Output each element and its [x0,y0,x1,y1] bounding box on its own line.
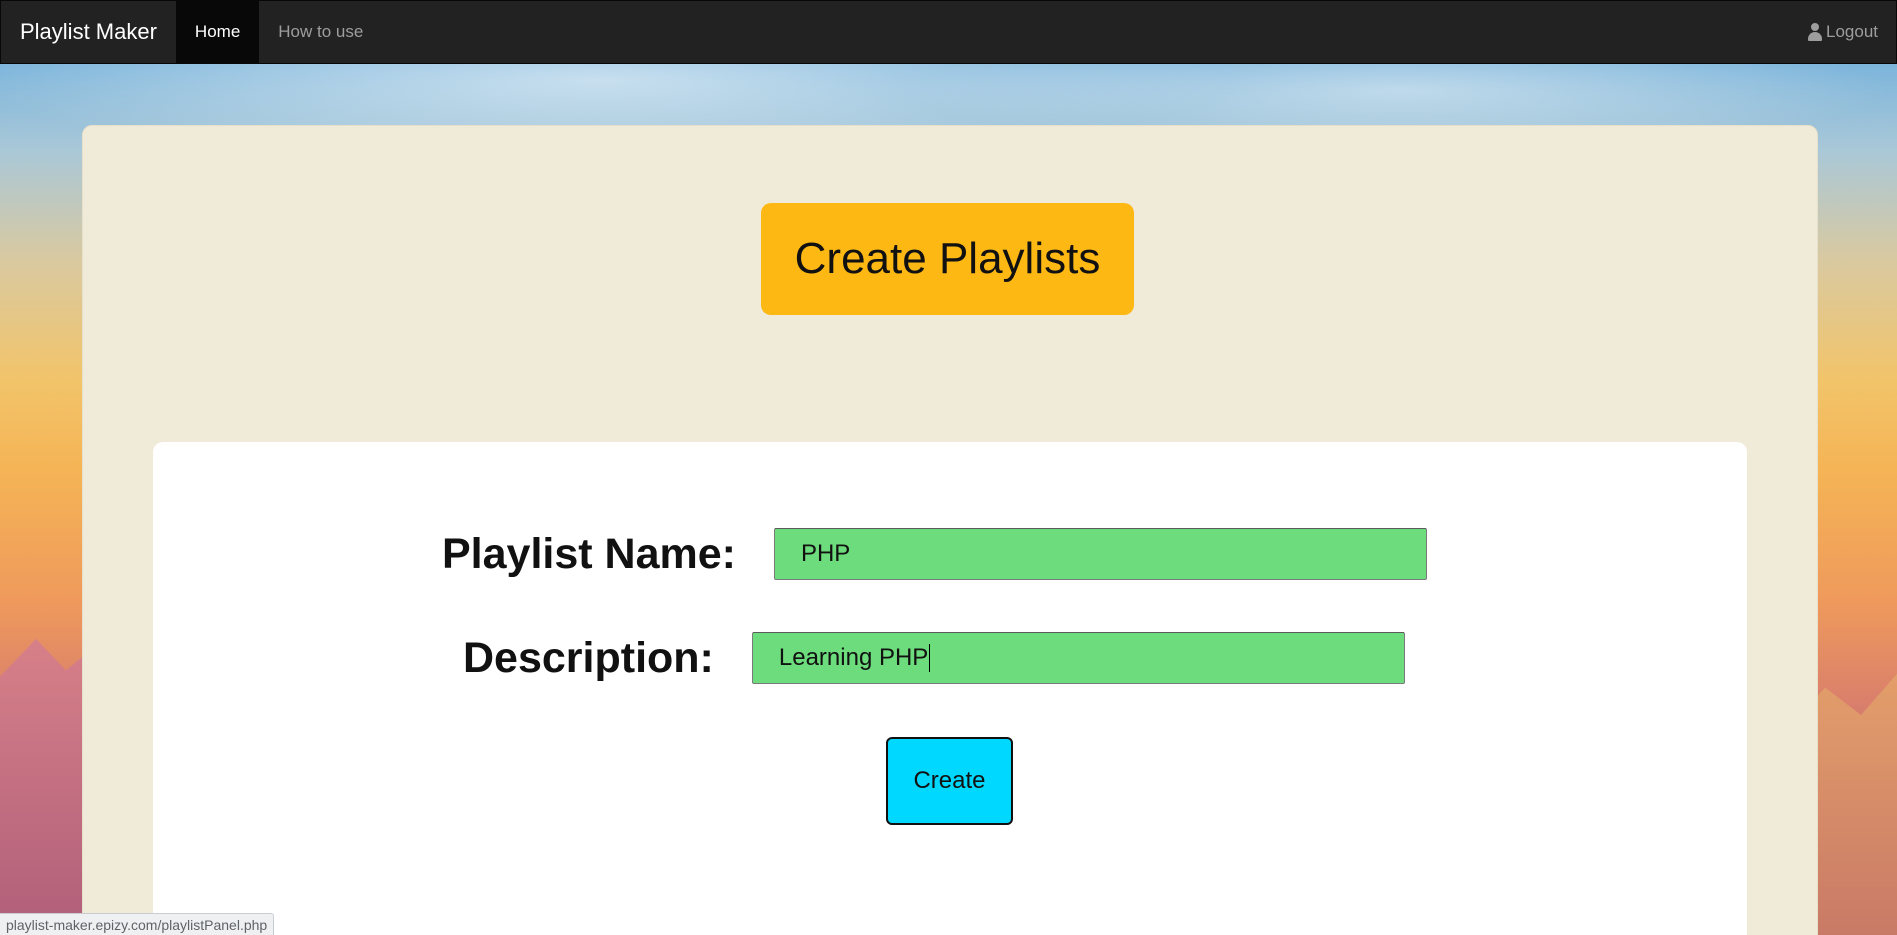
create-playlists-button[interactable]: Create Playlists [761,203,1134,315]
playlist-name-label: Playlist Name: [442,529,736,578]
main-panel: Create Playlists Playlist Name: PHP Desc… [82,125,1818,935]
description-input[interactable]: Learning PHP [751,632,1405,684]
description-value: Learning PHP [778,644,929,671]
brand-link[interactable]: Playlist Maker [1,1,176,63]
create-button[interactable]: Create [886,737,1013,825]
nav-item-how-to-use[interactable]: How to use [259,1,382,63]
user-icon [1807,23,1823,41]
nav-item-home[interactable]: Home [175,1,260,63]
playlist-name-input[interactable]: PHP [773,528,1427,580]
playlist-name-value: PHP [800,540,851,567]
logout-link[interactable]: Logout [1807,1,1896,63]
text-caret [929,644,931,672]
description-row: Description: Learning PHP [463,632,1405,684]
status-bar-url: playlist-maker.epizy.com/playlistPanel.p… [0,913,275,935]
playlist-form-card: Playlist Name: PHP Description: Learning… [153,442,1747,935]
top-navbar: Playlist Maker Home How to use Logout [0,0,1897,64]
description-label: Description: [463,633,714,682]
logout-label: Logout [1826,22,1878,41]
playlist-name-row: Playlist Name: PHP [442,528,1427,580]
